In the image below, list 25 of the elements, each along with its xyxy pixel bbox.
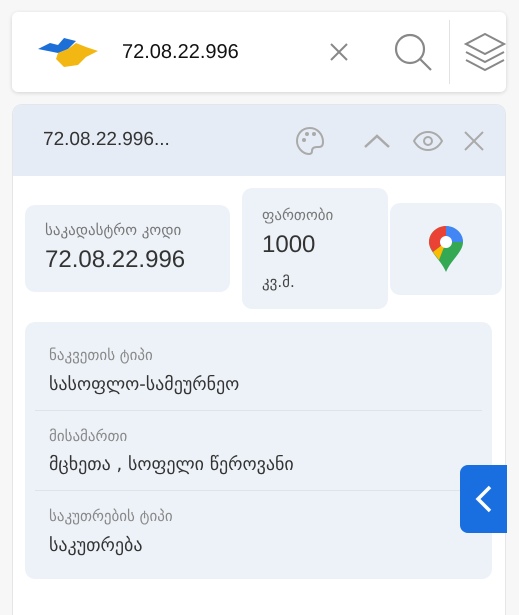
detail-value: სასოფლო-სამეურნეო [49,372,240,396]
eye-icon[interactable] [413,130,443,150]
layers-icon[interactable] [464,32,506,72]
expand-tab[interactable] [460,465,507,533]
detail-value: მცხეთა , სოფელი წეროვანი [49,453,295,477]
detail-value: საკუთრება [49,534,144,558]
close-icon[interactable] [463,130,485,152]
tile-value: 1000 [262,230,316,260]
palette-icon[interactable] [295,126,325,156]
tile-label: საკადასტრო კოდი [45,220,182,242]
search-icon[interactable] [393,32,433,72]
chevron-left-icon [474,485,492,513]
detail-label: საკუთრების ტიპი [49,506,174,527]
card-title: 72.08.22.996... [43,128,170,152]
map-button[interactable] [390,202,502,294]
tile-label: ფართობი [262,205,334,226]
detail-label: მისამართი [49,426,128,446]
tile-value: 72.08.22.996 [45,244,186,275]
detail-label: ნაკვეთის ტიპი [49,345,154,366]
logo-icon [38,35,100,69]
unit-label: კვ.მ. [262,272,296,292]
collapse-icon[interactable] [363,132,391,148]
clear-icon[interactable] [329,42,349,62]
map-pin-icon [428,224,464,272]
search-field[interactable]: 72.08.22.996 [120,36,310,68]
